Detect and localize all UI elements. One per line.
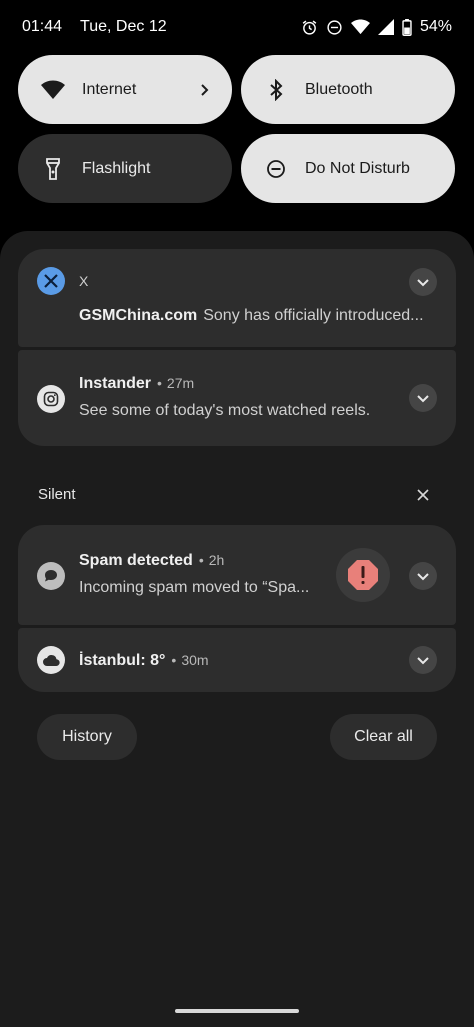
expand-button[interactable] [409,268,437,296]
x-logo-icon [37,267,65,295]
alarm-icon [301,19,318,36]
notification-time: 30m [181,652,209,668]
internet-tile[interactable]: Internet [18,55,232,124]
notification-time: 27m [166,375,195,391]
notification-weather[interactable]: İstanbul: 8° • 30m [18,628,456,692]
battery-icon [402,18,412,36]
chevron-down-icon [417,573,429,581]
internet-tile-label: Internet [82,80,137,98]
navigation-handle[interactable] [175,1009,299,1013]
status-icons: 54% [301,18,452,36]
flashlight-tile[interactable]: Flashlight [18,134,232,203]
battery-percent: 54% [419,18,452,35]
status-bar: 01:44 Tue, Dec 12 54% [0,0,474,54]
chevron-down-icon [417,279,429,287]
spam-warning-icon [336,548,390,602]
expand-button[interactable] [409,646,437,674]
do-not-disturb-tile[interactable]: Do Not Disturb [241,134,455,203]
notification-body: See some of today's most watched reels. [79,402,371,419]
flashlight-icon [41,157,65,181]
notification-title: İstanbul: 8° [79,652,166,669]
notification-app-name: X [79,273,89,289]
chat-bubble-icon [37,562,65,590]
notification-body: Incoming spam moved to “Spa... [79,579,310,596]
notification-title: Spam detected [79,552,193,569]
bluetooth-tile[interactable]: Bluetooth [241,55,455,124]
dnd-icon [326,19,343,36]
expand-button[interactable] [409,384,437,412]
notification-x[interactable]: X GSMChina.com Sony has officially intro… [18,249,456,347]
notification-title: GSMChina.com [79,307,198,324]
chevron-down-icon [417,657,429,665]
status-date: Tue, Dec 12 [80,18,167,35]
notification-group: X GSMChina.com Sony has officially intro… [18,249,456,446]
notification-instander[interactable]: Instander • 27m See some of today's most… [18,350,456,446]
wifi-icon [41,78,65,102]
expand-button[interactable] [409,562,437,590]
notification-title: Instander [79,375,152,392]
chevron-down-icon [417,395,429,403]
notification-time: 2h [208,552,225,568]
clear-all-button[interactable]: Clear all [330,714,437,760]
do-not-disturb-icon [264,157,288,181]
quick-settings: Internet Bluetooth Flashlight Do Not Dis… [18,55,456,213]
bluetooth-tile-label: Bluetooth [305,80,373,98]
notification-spam[interactable]: Spam detected • 2h Incoming spam moved t… [18,525,456,625]
history-button[interactable]: History [37,714,137,760]
close-icon[interactable] [414,486,432,504]
notification-body: Sony has officially introduced... [203,307,424,324]
bluetooth-icon [264,78,288,102]
do-not-disturb-tile-label: Do Not Disturb [305,159,410,177]
instagram-icon [37,385,65,413]
status-time: 01:44 [22,18,63,35]
cloud-icon [37,646,65,674]
chevron-right-icon [198,83,212,97]
wifi-icon [350,19,370,35]
signal-icon [377,19,394,35]
silent-section-label: Silent [38,486,76,503]
silent-notification-group: Spam detected • 2h Incoming spam moved t… [18,525,456,692]
flashlight-tile-label: Flashlight [82,159,151,177]
